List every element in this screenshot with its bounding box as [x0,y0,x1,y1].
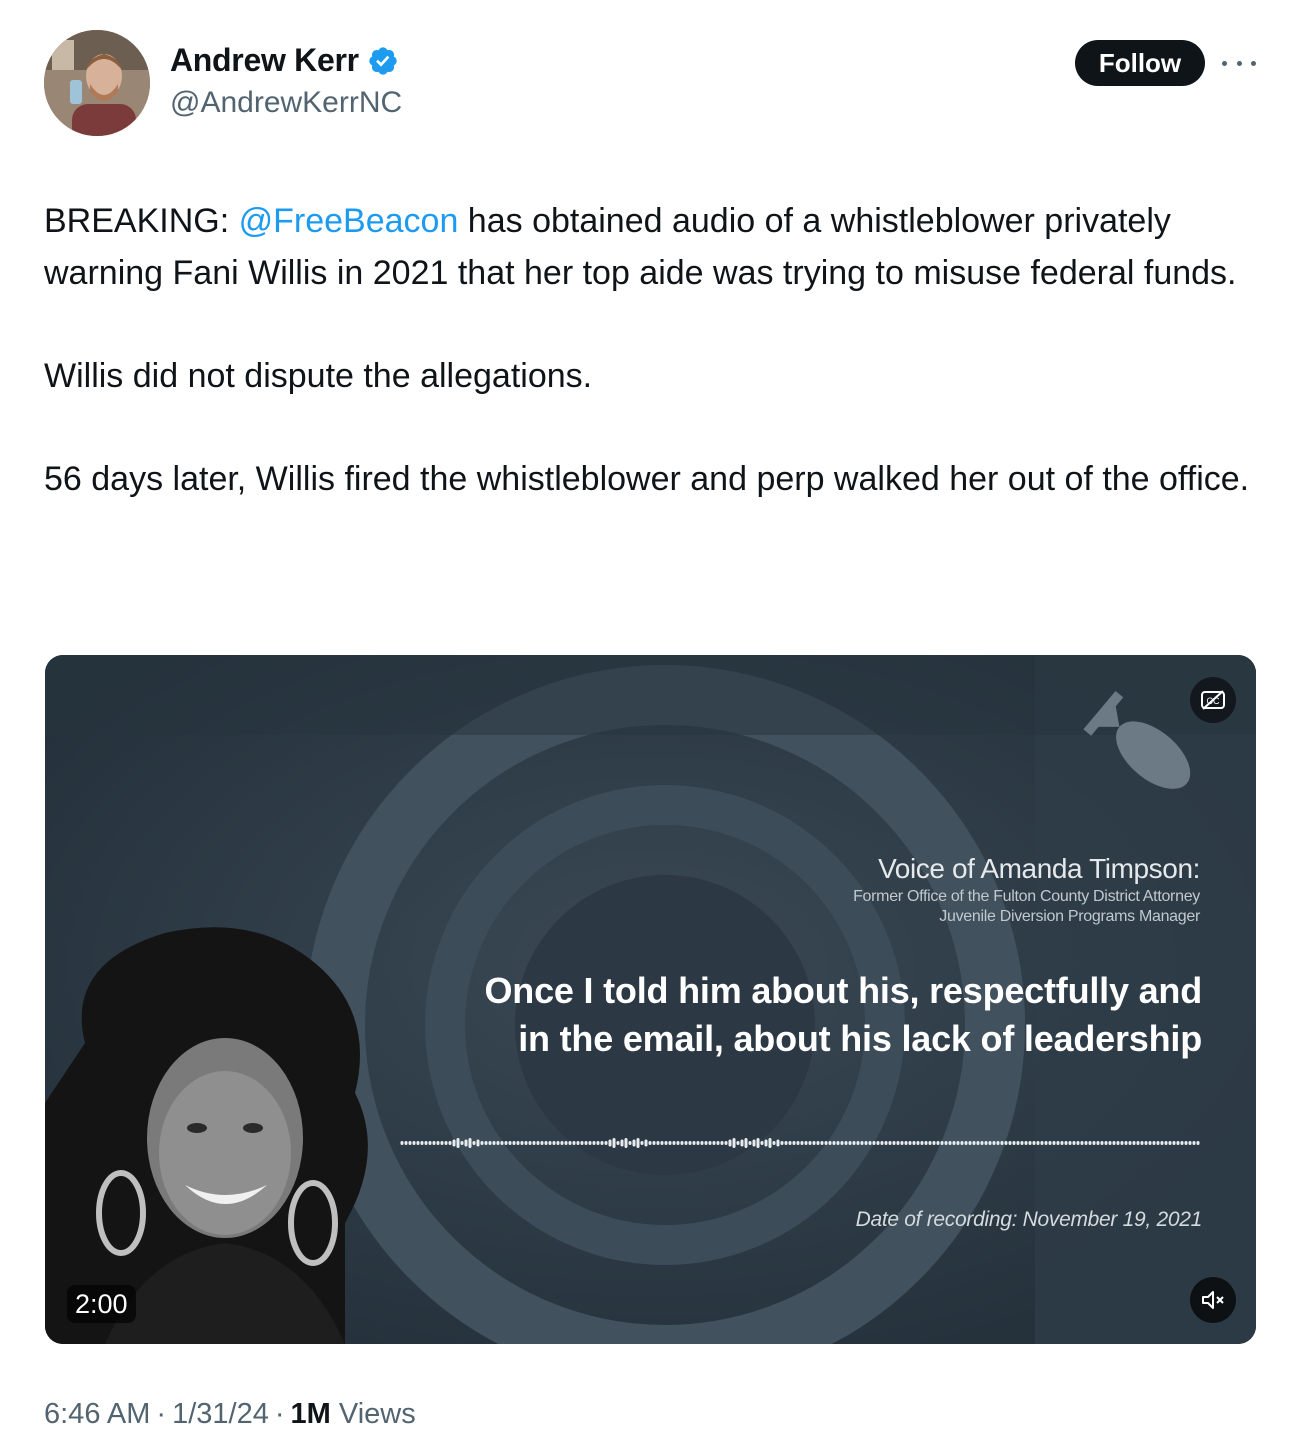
mention-link[interactable]: @FreeBeacon [239,202,459,240]
avatar-image [44,30,150,136]
tweet-meta: 6:46 AM · 1/31/24 · 1M Views [44,1398,416,1431]
views-count[interactable]: 1M [291,1398,331,1431]
tweet-text: BREAKING: @FreeBeacon has obtained audio… [44,196,1264,505]
tweet-date[interactable]: 1/31/24 [172,1398,269,1431]
recording-date: Date of recording: November 19, 2021 [855,1208,1203,1231]
avatar[interactable] [44,30,150,136]
views-label: Views [330,1398,416,1430]
tweet-paragraph-3: 56 days later, Willis fired the whistleb… [44,459,1250,498]
author-display-name[interactable]: Andrew Kerr [170,42,359,79]
speaker-portrait [45,927,368,1344]
author-name-row: Andrew Kerr [170,42,399,79]
video-caption: Once I told him about his, respectfully … [382,967,1203,1063]
voice-title: Voice of Amanda Timpson: [878,853,1200,884]
caption-line-2: in the email, about his lack of leadersh… [518,1018,1202,1059]
tweet-paragraph-2: Willis did not dispute the allegations. [44,356,593,395]
caption-line-1: Once I told him about his, respectfully … [484,970,1203,1011]
video-player[interactable]: CC Voice of Amanda Timpson: Former Offic… [45,655,1256,1344]
audio-waveform [400,1138,1200,1148]
voice-subtitle-line-2: Juvenile Diversion Programs Manager [939,908,1200,925]
follow-button[interactable]: Follow [1075,40,1205,86]
video-duration: 2:00 [67,1285,136,1323]
verified-badge-icon [369,46,397,75]
closed-captions-icon: CC [1201,690,1225,710]
more-options-icon[interactable] [1222,50,1256,76]
meta-separator: · [156,1398,167,1430]
tweet-time[interactable]: 6:46 AM [44,1398,150,1431]
voice-subtitle: Former Office of the Fulton County Distr… [853,887,1200,927]
mute-icon [1202,1291,1224,1309]
voice-subtitle-line-1: Former Office of the Fulton County Distr… [853,888,1200,905]
closed-captions-button[interactable]: CC [1190,677,1236,723]
meta-separator: · [274,1398,285,1430]
mute-button[interactable] [1190,1277,1236,1323]
tweet-lead: BREAKING: [44,202,239,240]
author-handle[interactable]: @AndrewKerrNC [170,86,402,120]
